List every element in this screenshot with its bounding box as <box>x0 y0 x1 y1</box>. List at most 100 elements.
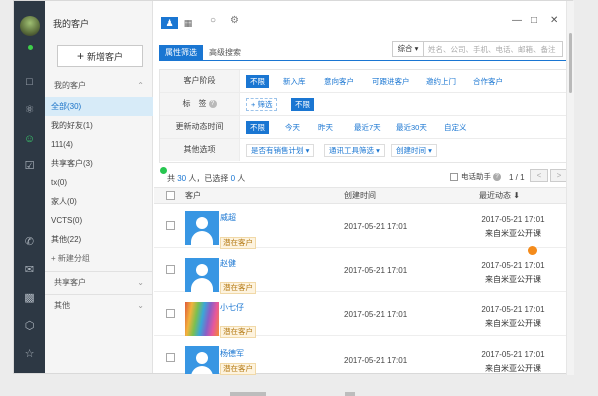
group-item-all[interactable]: 全部(30) <box>45 97 153 116</box>
customer-name[interactable]: 威超 <box>220 212 236 223</box>
chevron-down-icon: ⌄ <box>137 278 144 287</box>
group-item-tx[interactable]: tx(0) <box>45 173 153 192</box>
sales-plan-dropdown[interactable]: 是否有销售计划 ▾ <box>246 144 315 157</box>
customer-name[interactable]: 赵健 <box>220 258 236 269</box>
filter-option[interactable]: 昨天 <box>314 121 337 134</box>
tab-attribute-filter[interactable]: 属性筛选 <box>159 45 203 61</box>
table-row[interactable]: 赵健 潜在客户 2017-05-21 17:01 2017-05-21 17:0… <box>154 249 574 294</box>
phone-assistant-label: 电话助手 <box>461 172 491 181</box>
chat-icon[interactable]: □ <box>22 75 37 90</box>
phone-icon[interactable]: ✆ <box>22 235 37 250</box>
total-count: 30 <box>177 174 187 183</box>
filter-row-other: 其他选项 是否有销售计划 ▾ 通讯工具筛选 ▾ 创建时间 ▾ <box>160 139 568 162</box>
table-row[interactable]: 威超 潜在客户 2017-05-21 17:01 2017-05-21 17:0… <box>154 205 574 249</box>
section-other[interactable]: 其他 ⌄ <box>45 295 153 317</box>
mail-icon[interactable]: ✉ <box>22 263 37 278</box>
recent-text: 来自米亚公开课 <box>485 319 541 328</box>
filter-option[interactable]: 可跟进客户 <box>368 75 414 88</box>
summary-suffix: 人 <box>237 174 246 183</box>
filter-option[interactable]: 意向客户 <box>320 75 358 88</box>
checkbox[interactable] <box>450 173 458 182</box>
tab-advanced-search[interactable]: 高级搜索 <box>209 45 241 61</box>
select-all-checkbox[interactable] <box>166 191 175 200</box>
row-checkbox[interactable] <box>166 353 175 362</box>
doc-icon[interactable]: ▩ <box>22 291 37 306</box>
help-icon[interactable]: ? <box>208 99 217 108</box>
recent-time: 2017-05-21 17:01 <box>481 215 545 224</box>
filter-option[interactable]: 自定义 <box>440 121 471 134</box>
plus-icon: + <box>76 49 84 63</box>
row-checkbox[interactable] <box>166 265 175 274</box>
chevron-up-icon: ⌃ <box>137 81 144 90</box>
scrollbar-thumb[interactable] <box>569 33 572 93</box>
contacts-icon[interactable]: ☺ <box>22 132 37 147</box>
filter-option[interactable]: 邀约上门 <box>422 75 460 88</box>
filter-label: 标 签? <box>160 93 240 115</box>
row-checkbox[interactable] <box>166 309 175 318</box>
group-item-111[interactable]: 111(4) <box>45 135 153 154</box>
section-label: 其他 <box>54 301 70 310</box>
prev-page-button[interactable]: < <box>530 169 548 182</box>
filter-option[interactable]: 不限 <box>246 75 269 88</box>
row-checkbox[interactable] <box>166 221 175 230</box>
filter-option[interactable]: 最近7天 <box>350 121 385 134</box>
avatar <box>185 258 219 292</box>
gear-icon[interactable]: ⚙ <box>230 15 239 26</box>
customer-name[interactable]: 小七仔 <box>220 302 244 313</box>
table-row[interactable]: 小七仔 潜在客户 2017-05-21 17:01 2017-05-21 17:… <box>154 293 574 338</box>
filter-option[interactable]: 今天 <box>281 121 304 134</box>
filter-row-update-time: 更新动态时间 不限 今天 昨天 最近7天 最近30天 自定义 <box>160 116 568 139</box>
avatar[interactable] <box>20 16 40 36</box>
table-row[interactable]: 杨德军 潜在客户 2017-05-21 17:01 2017-05-21 17:… <box>154 337 574 380</box>
add-customer-button[interactable]: + 新增客户 <box>57 45 143 67</box>
minimize-icon[interactable]: — <box>512 15 522 26</box>
phone-assistant-toggle[interactable]: 电话助手? <box>450 171 501 182</box>
customer-name[interactable]: 杨德军 <box>220 348 244 359</box>
message-icon[interactable]: ○ <box>210 15 216 26</box>
share-icon[interactable]: ⚛ <box>22 103 37 118</box>
search-scope-select[interactable]: 综合 ▾ <box>393 42 424 56</box>
avatar-photo <box>185 302 219 336</box>
filter-row-tags: 标 签? + 筛选 不限 <box>160 93 568 116</box>
help-icon[interactable]: ? <box>493 173 501 182</box>
status-badge: 潜在客户 <box>220 237 256 249</box>
section-my-customers[interactable]: 我的客户 ⌃ <box>45 75 153 97</box>
filter-option[interactable]: 不限 <box>291 98 314 111</box>
group-item-shared[interactable]: 共享客户(3) <box>45 154 153 173</box>
task-icon[interactable]: ☑ <box>22 159 37 174</box>
comm-tool-dropdown[interactable]: 通讯工具筛选 ▾ <box>324 144 385 157</box>
column-recent[interactable]: 最近动态 ⬇ <box>479 188 520 204</box>
company-view-icon[interactable]: ▦ <box>181 17 195 29</box>
status-badge: 潜在客户 <box>220 363 256 375</box>
group-item-other[interactable]: 其他(22) <box>45 230 153 249</box>
selected-count: 0 <box>230 174 236 183</box>
close-icon[interactable]: ✕ <box>550 15 558 26</box>
filter-option[interactable]: 最近30天 <box>392 121 431 134</box>
section-shared-customers[interactable]: 共享客户 ⌄ <box>45 272 153 294</box>
page-indicator: 1 / 1 <box>509 173 525 182</box>
avatar <box>185 211 219 245</box>
summary-prefix: 共 <box>167 174 175 183</box>
customer-group-panel: 我的客户 + 新增客户 我的客户 ⌃ 全部(30) 我的好友(1) 111(4) 共… <box>45 1 167 373</box>
cube-icon[interactable]: ⬡ <box>22 319 37 334</box>
group-item-vcts[interactable]: VCTS(0) <box>45 211 153 230</box>
created-time: 2017-05-21 17:01 <box>344 222 408 231</box>
star-icon[interactable]: ☆ <box>22 347 37 362</box>
search-input[interactable] <box>426 42 562 56</box>
filter-option[interactable]: 不限 <box>246 121 269 134</box>
create-time-dropdown[interactable]: 创建时间 ▾ <box>391 144 437 157</box>
search-box: 综合 ▾ <box>392 41 563 57</box>
group-item-family[interactable]: 家人(0) <box>45 192 153 211</box>
status-dot <box>528 246 537 255</box>
restore-icon[interactable]: □ <box>531 15 537 26</box>
add-tag-filter-button[interactable]: + 筛选 <box>246 98 278 111</box>
new-group-link[interactable]: + 新建分组 <box>45 249 153 268</box>
filter-option[interactable]: 合作客户 <box>469 75 507 88</box>
person-view-icon[interactable]: ♟ <box>161 17 178 29</box>
section-label: 我的客户 <box>54 81 86 90</box>
app-window: □ ⚛ ☺ ☑ ✆ ✉ ▩ ⬡ ☆ 我的客户 + 新增客户 我的客户 ⌃ 全部(30… <box>13 0 574 375</box>
panel-title: 我的客户 <box>53 19 90 29</box>
filter-option[interactable]: 新入库 <box>279 75 310 88</box>
group-item-friends[interactable]: 我的好友(1) <box>45 116 153 135</box>
window-shadow <box>345 392 355 396</box>
